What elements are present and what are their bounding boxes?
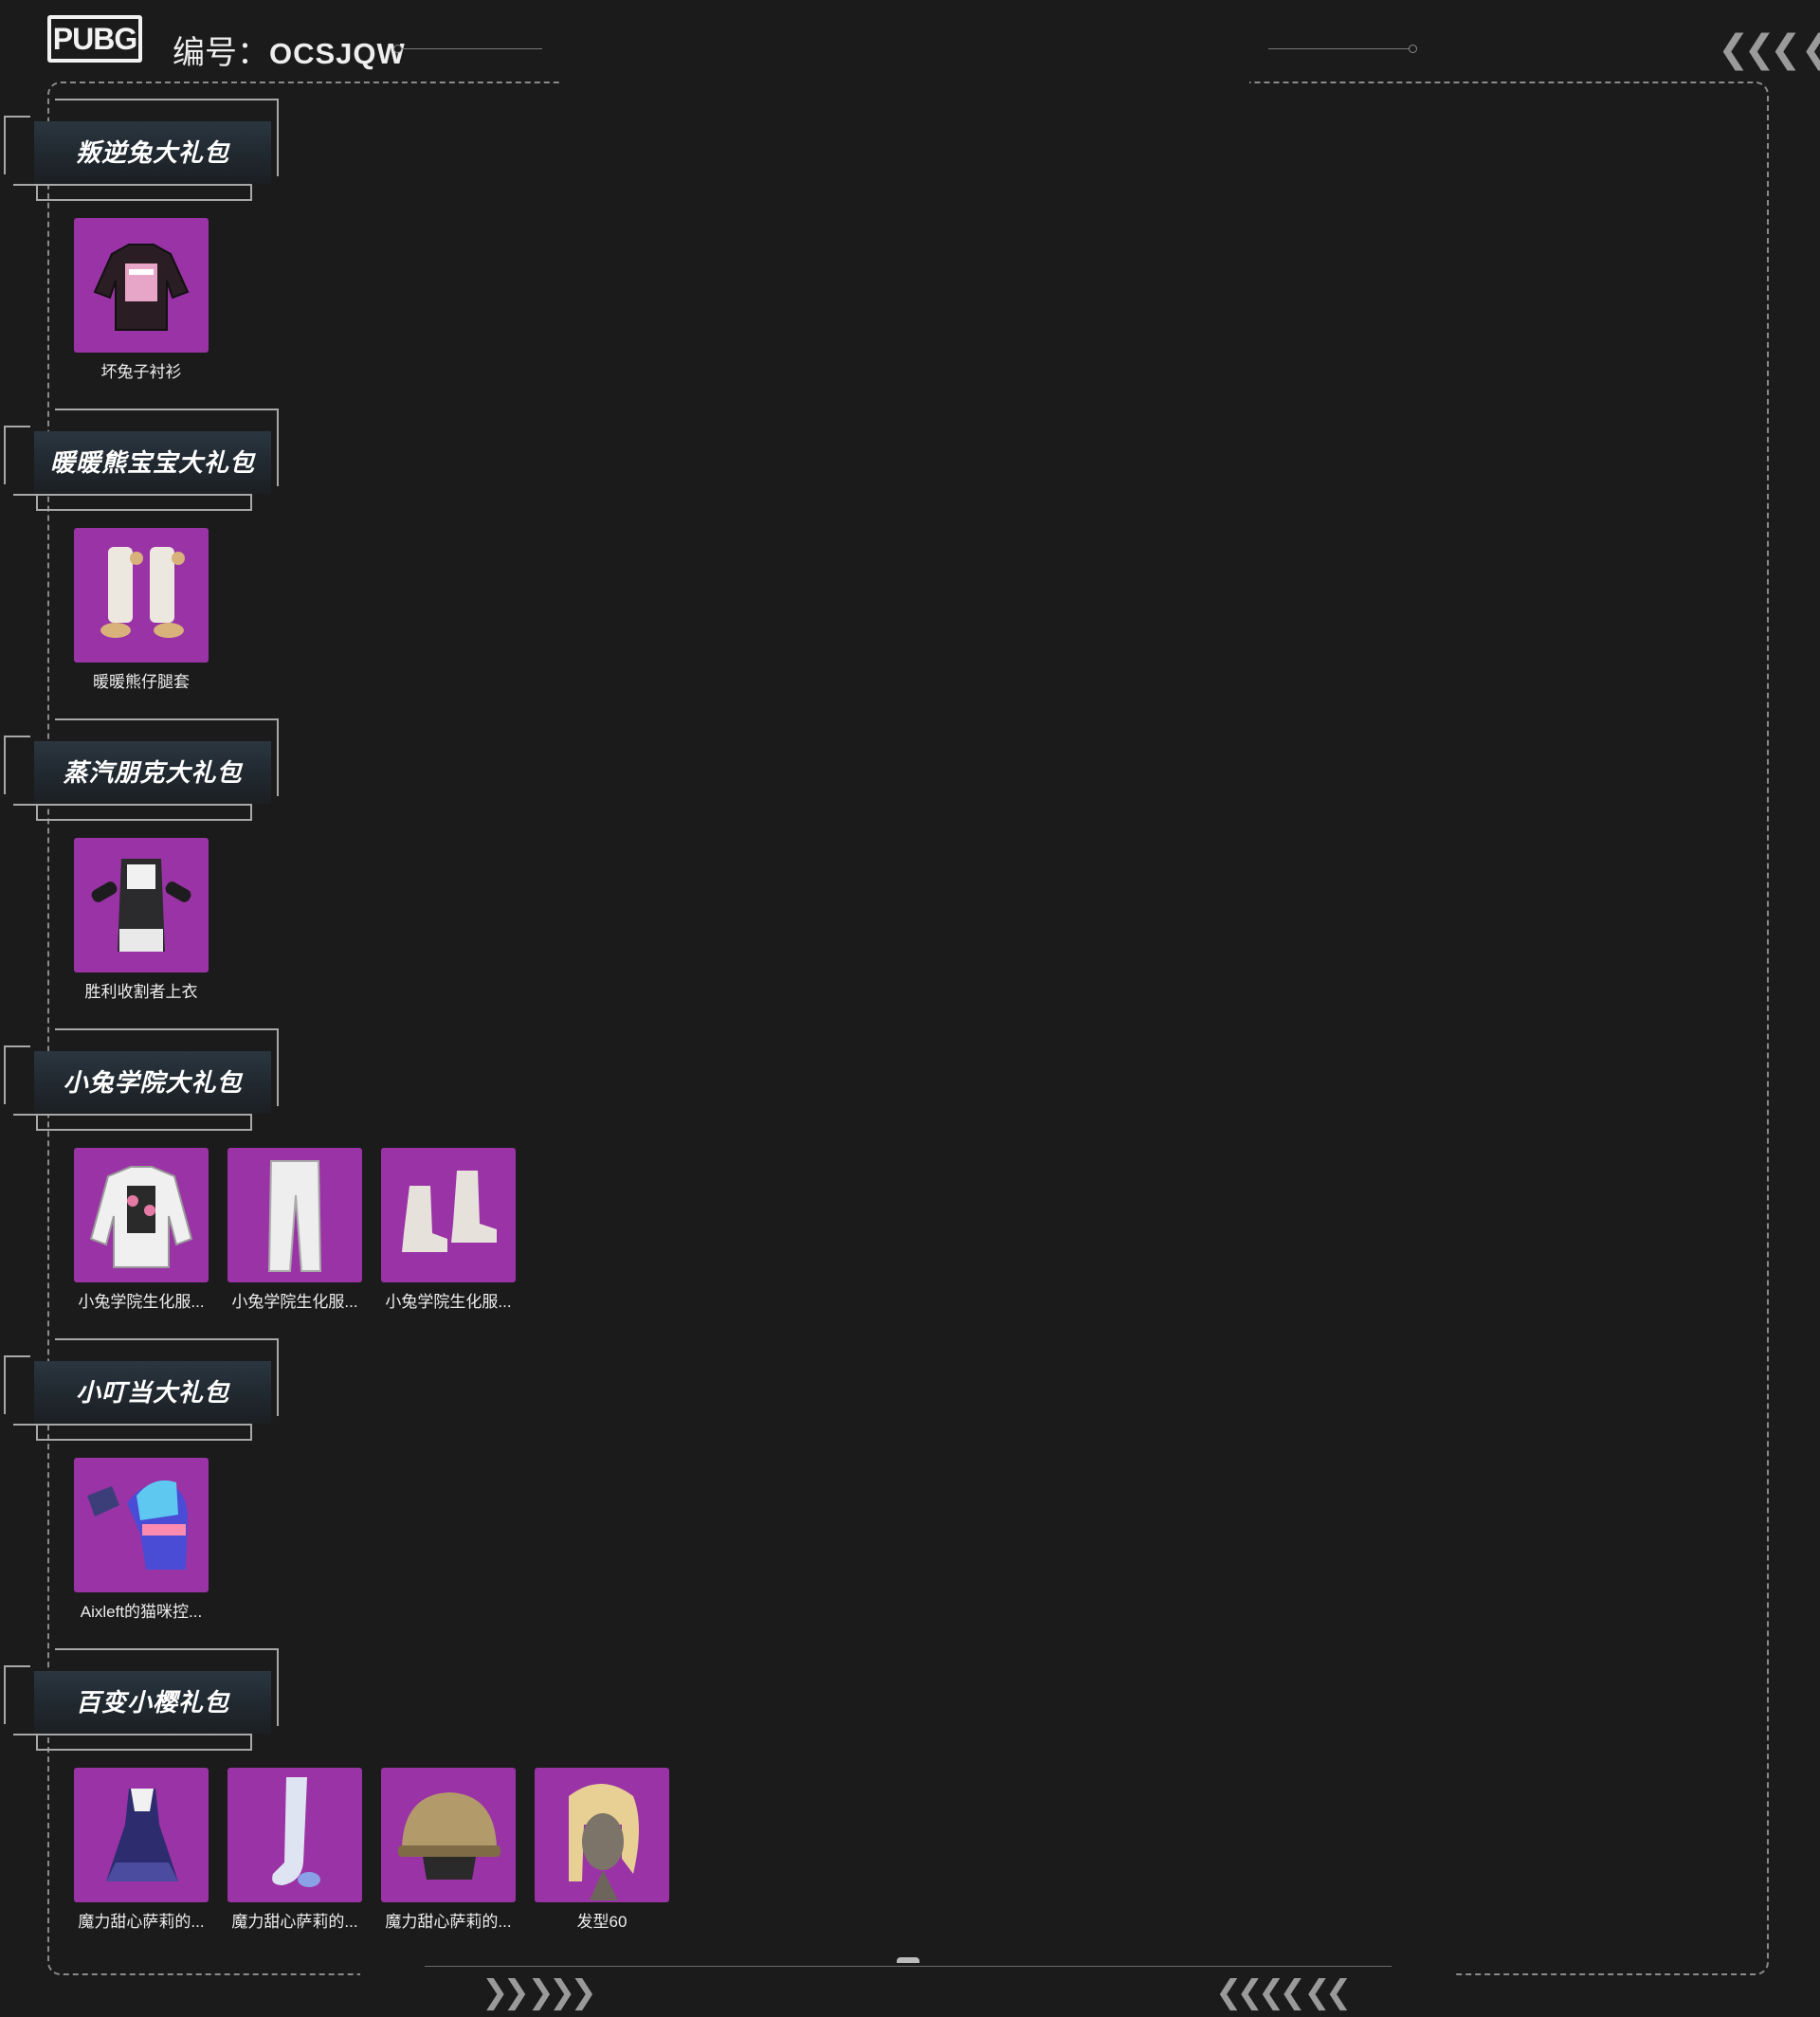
item-name: 暖暖熊仔腿套 [93, 673, 190, 691]
item-thumbnail[interactable] [381, 1768, 516, 1902]
chevrons-right-icon: ❯❯ ❯❯❯ [482, 1974, 597, 2010]
item-name: 胜利收割者上衣 [84, 983, 198, 1001]
item-card[interactable]: 坏兔子衬衫 [74, 218, 209, 382]
item-card[interactable]: 魔力甜心萨莉的... [74, 1768, 209, 1932]
shirt-icon [93, 244, 190, 331]
item-name: 小兔学院生化服... [78, 1293, 205, 1311]
serial-value: OCSJQW [269, 37, 406, 70]
item-card[interactable]: 魔力甜心萨莉的... [228, 1768, 362, 1932]
chevrons-left-bottom-icon: ❮❮❮❮ ❮❮ [1215, 1974, 1352, 2010]
item-card[interactable]: 小兔学院生化服... [381, 1148, 516, 1312]
bracket-tl [4, 116, 30, 174]
gift-pack-header: 蒸汽朋克大礼包 [0, 715, 284, 821]
item-card[interactable]: 魔力甜心萨莉的... [381, 1768, 516, 1932]
bracket-tl [4, 1665, 30, 1724]
item-thumbnail[interactable] [228, 1768, 362, 1902]
pubg-logo: PUBG [47, 15, 142, 63]
header-line-right [1268, 48, 1410, 49]
leg-warmers-icon [100, 547, 185, 638]
bracket-br [36, 1734, 252, 1751]
bracket-tl [4, 426, 30, 484]
serial-number: 编号：OCSJQW [173, 27, 406, 73]
gift-pack-title: 蒸汽朋克大礼包 [63, 758, 243, 787]
item-card[interactable]: Aixleft的猫咪控... [74, 1458, 209, 1622]
bracket-br [36, 804, 252, 821]
gift-pack-title: 百变小樱礼包 [75, 1688, 229, 1717]
bracket-tl [4, 736, 30, 794]
gift-pack-title: 小叮当大礼包 [75, 1378, 229, 1407]
chevrons-left-icon: ❮❮❮ ❮ [1718, 28, 1820, 70]
item-name: 发型60 [576, 1913, 628, 1931]
item-name: 魔力甜心萨莉的... [231, 1913, 358, 1931]
bracket-top [55, 718, 235, 730]
header-line-dot-right [1409, 45, 1417, 53]
bracket-br [36, 494, 252, 511]
item-thumbnail[interactable] [228, 1148, 362, 1282]
armor-top-icon [91, 859, 191, 952]
bracket-tl [4, 1045, 30, 1104]
item-thumbnail[interactable] [381, 1148, 516, 1282]
scroll-indicator[interactable] [897, 1957, 919, 1963]
header-line-left [402, 48, 542, 49]
serial-label: 编号： [173, 35, 269, 71]
gift-pack-title: 暖暖熊宝宝大礼包 [49, 448, 255, 477]
gift-pack-title: 叛逆兔大礼包 [75, 138, 229, 167]
gift-pack-title: 小兔学院大礼包 [63, 1068, 243, 1097]
item-card[interactable]: 发型60 [535, 1768, 669, 1932]
pants-icon [267, 1160, 322, 1272]
stocking-icon [272, 1777, 320, 1887]
item-card[interactable]: 小兔学院生化服... [228, 1148, 362, 1312]
jacket-icon [89, 1166, 193, 1268]
item-name: Aixleft的猫咪控... [80, 1603, 203, 1621]
item-thumbnail[interactable] [74, 1148, 209, 1282]
item-card[interactable]: 胜利收割者上衣 [74, 838, 209, 1002]
bracket-br [36, 184, 252, 201]
item-name: 魔力甜心萨莉的... [78, 1913, 205, 1931]
gloves-icon [87, 1480, 188, 1570]
gift-pack-header: 暖暖熊宝宝大礼包 [0, 405, 284, 511]
item-thumbnail[interactable] [74, 1458, 209, 1592]
bracket-tl [4, 1355, 30, 1414]
item-name: 小兔学院生化服... [385, 1293, 512, 1311]
bracket-top [55, 1338, 235, 1350]
bracket-top [55, 1028, 235, 1040]
hair-icon [569, 1784, 639, 1900]
header-line-dot-left [393, 45, 402, 53]
item-card[interactable]: 暖暖熊仔腿套 [74, 528, 209, 692]
item-thumbnail[interactable] [535, 1768, 669, 1902]
item-thumbnail[interactable] [74, 1768, 209, 1902]
dress-icon [106, 1789, 178, 1881]
content-frame [47, 82, 1769, 1975]
boots-icon [402, 1171, 497, 1252]
gift-pack-header: 小兔学院大礼包 [0, 1025, 284, 1131]
frame-gap-top [561, 76, 1249, 87]
bracket-br [36, 1114, 252, 1131]
gift-pack-header: 小叮当大礼包 [0, 1335, 284, 1441]
item-name: 魔力甜心萨莉的... [385, 1913, 512, 1931]
item-thumbnail[interactable] [74, 838, 209, 972]
bracket-top [55, 99, 235, 110]
footer-line [425, 1966, 1392, 1967]
item-thumbnail[interactable] [74, 218, 209, 353]
gift-pack-header: 百变小樱礼包 [0, 1644, 284, 1751]
item-name: 坏兔子衬衫 [100, 363, 182, 381]
bracket-top [55, 1648, 235, 1660]
item-thumbnail[interactable] [74, 528, 209, 663]
item-card[interactable]: 小兔学院生化服... [74, 1148, 209, 1312]
gift-pack-header: 叛逆兔大礼包 [0, 95, 284, 201]
bracket-br [36, 1424, 252, 1441]
item-name: 小兔学院生化服... [231, 1293, 358, 1311]
bracket-top [55, 409, 235, 420]
helmet-icon [398, 1792, 500, 1880]
